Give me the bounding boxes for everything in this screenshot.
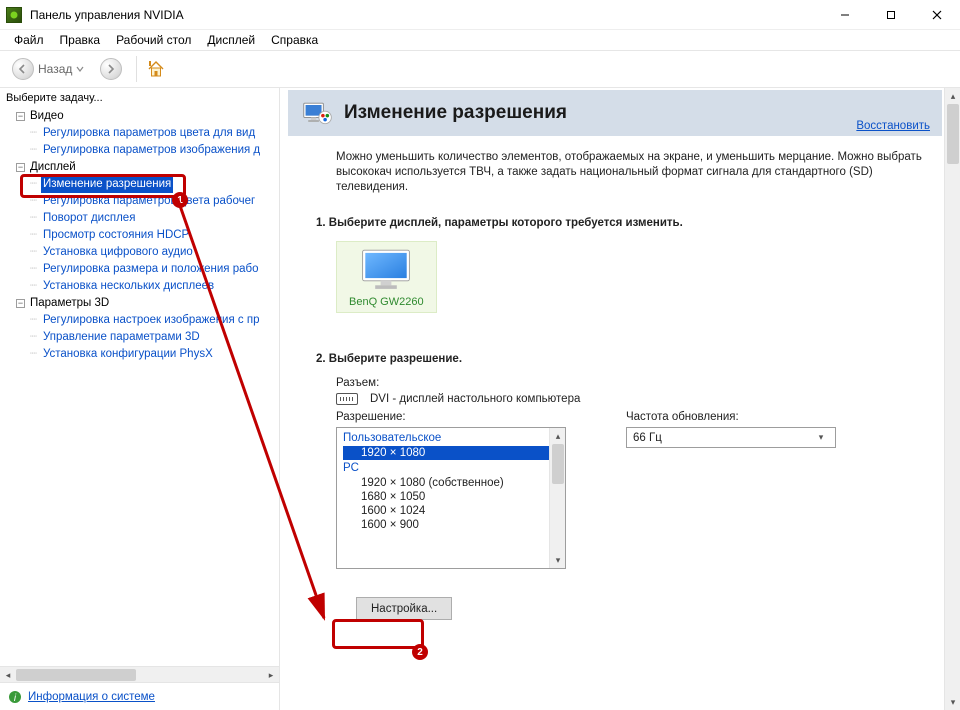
resolution-option[interactable]: 1600 × 900 xyxy=(343,518,549,532)
scroll-down-icon[interactable]: ▾ xyxy=(550,552,566,568)
listbox-scrollbar[interactable]: ▴ ▾ xyxy=(549,428,565,568)
task-tree[interactable]: −Видео ┈Регулировка параметров цвета для… xyxy=(0,106,279,666)
chevron-down-icon: ▾ xyxy=(813,432,829,443)
step2-heading: 2. Выберите разрешение. xyxy=(316,353,924,365)
back-dropdown-icon xyxy=(76,65,84,73)
tree-item[interactable]: Регулировка параметров цвета рабочег xyxy=(41,193,257,210)
list-group-custom: Пользовательское xyxy=(343,432,549,444)
intro-text: Можно уменьшить количество элементов, от… xyxy=(336,150,924,195)
content-vscrollbar[interactable]: ▴ ▾ xyxy=(944,88,960,710)
tree-cat-video[interactable]: Видео xyxy=(30,108,64,125)
scroll-right-icon[interactable]: ▸ xyxy=(263,667,279,683)
resolution-listbox[interactable]: Пользовательское 1920 × 1080 PC 1920 × 1… xyxy=(336,427,566,569)
scroll-down-icon[interactable]: ▾ xyxy=(945,694,960,710)
forward-button[interactable] xyxy=(94,55,128,83)
menu-edit[interactable]: Правка xyxy=(52,31,109,49)
tree-item[interactable]: Установка конфигурации PhysX xyxy=(41,346,215,363)
menu-display[interactable]: Дисплей xyxy=(199,31,263,49)
back-label: Назад xyxy=(38,62,72,76)
connector-label: Разъем: xyxy=(336,377,379,389)
toolbar: Назад xyxy=(0,50,960,88)
back-arrow-icon xyxy=(12,58,34,80)
home-button[interactable] xyxy=(145,58,167,80)
scroll-thumb[interactable] xyxy=(947,104,959,164)
menu-file[interactable]: Файл xyxy=(6,31,52,49)
refresh-value: 66 Гц xyxy=(633,432,813,444)
tree-item[interactable]: Установка нескольких дисплеев xyxy=(41,278,216,295)
display-header-icon xyxy=(302,99,334,127)
tree-item[interactable]: Управление параметрами 3D xyxy=(41,329,202,346)
tree-item-change-resolution[interactable]: Изменение разрешения xyxy=(41,176,173,193)
tree-item[interactable]: Установка цифрового аудио xyxy=(41,244,195,261)
tree-item[interactable]: Поворот дисплея xyxy=(41,210,137,227)
annotation-badge-2: 2 xyxy=(412,644,428,660)
menu-help[interactable]: Справка xyxy=(263,31,326,49)
menubar: Файл Правка Рабочий стол Дисплей Справка xyxy=(0,30,960,50)
system-info-bar: i Информация о системе xyxy=(0,682,279,710)
task-label: Выберите задачу... xyxy=(0,88,279,106)
connector-value: DVI - дисплей настольного компьютера xyxy=(370,393,580,405)
system-info-link[interactable]: Информация о системе xyxy=(28,691,155,703)
refresh-combobox[interactable]: 66 Гц ▾ xyxy=(626,427,836,448)
tree-toggle[interactable]: − xyxy=(16,299,25,308)
list-group-pc: PC xyxy=(343,462,549,474)
page-title: Изменение разрешения xyxy=(344,102,567,124)
monitor-icon xyxy=(359,248,413,292)
scroll-up-icon[interactable]: ▴ xyxy=(945,88,960,104)
annotation-badge-1: 1 xyxy=(172,192,188,208)
monitor-thumbnail[interactable]: BenQ GW2260 xyxy=(336,241,437,313)
refresh-label: Частота обновления: xyxy=(626,411,836,423)
tree-cat-3d[interactable]: Параметры 3D xyxy=(30,295,109,312)
sidebar-hscrollbar[interactable]: ◂ ▸ xyxy=(0,666,279,682)
menu-desktop[interactable]: Рабочий стол xyxy=(108,31,199,49)
window-title: Панель управления NVIDIA xyxy=(30,8,184,22)
restore-link[interactable]: Восстановить xyxy=(856,120,930,132)
resolution-option[interactable]: 1680 × 1050 xyxy=(343,490,549,504)
resolution-label: Разрешение: xyxy=(336,411,566,423)
tree-toggle[interactable]: − xyxy=(16,163,25,172)
tree-item[interactable]: Просмотр состояния HDCP xyxy=(41,227,191,244)
resolution-option[interactable]: 1920 × 1080 (собственное) xyxy=(343,476,549,490)
resolution-option[interactable]: 1600 × 1024 xyxy=(343,504,549,518)
minimize-button[interactable] xyxy=(822,0,868,30)
titlebar: Панель управления NVIDIA xyxy=(0,0,960,30)
close-button[interactable] xyxy=(914,0,960,30)
maximize-button[interactable] xyxy=(868,0,914,30)
sidebar: Выберите задачу... −Видео ┈Регулировка п… xyxy=(0,88,280,710)
tree-item[interactable]: Регулировка размера и положения рабо xyxy=(41,261,261,278)
dvi-icon xyxy=(336,393,358,405)
tree-item[interactable]: Регулировка настроек изображения с пр xyxy=(41,312,262,329)
forward-arrow-icon xyxy=(100,58,122,80)
scroll-up-icon[interactable]: ▴ xyxy=(550,428,566,444)
step1-heading: 1. Выберите дисплей, параметры которого … xyxy=(316,217,924,229)
tree-item[interactable]: Регулировка параметров цвета для вид xyxy=(41,125,257,142)
scroll-thumb[interactable] xyxy=(16,669,136,681)
customize-button[interactable]: Настройка... xyxy=(356,597,452,620)
back-button[interactable]: Назад xyxy=(6,55,90,83)
scroll-thumb[interactable] xyxy=(552,444,564,484)
tree-toggle[interactable]: − xyxy=(16,112,25,121)
content-area: Изменение разрешения Восстановить Можно … xyxy=(280,88,960,710)
tree-cat-display[interactable]: Дисплей xyxy=(30,159,76,176)
tree-item[interactable]: Регулировка параметров изображения д xyxy=(41,142,262,159)
nvidia-app-icon xyxy=(6,7,22,23)
monitor-name: BenQ GW2260 xyxy=(349,296,424,308)
info-icon: i xyxy=(8,690,22,704)
scroll-left-icon[interactable]: ◂ xyxy=(0,667,16,683)
page-header: Изменение разрешения Восстановить xyxy=(288,90,942,136)
resolution-option[interactable]: 1920 × 1080 xyxy=(343,446,549,460)
